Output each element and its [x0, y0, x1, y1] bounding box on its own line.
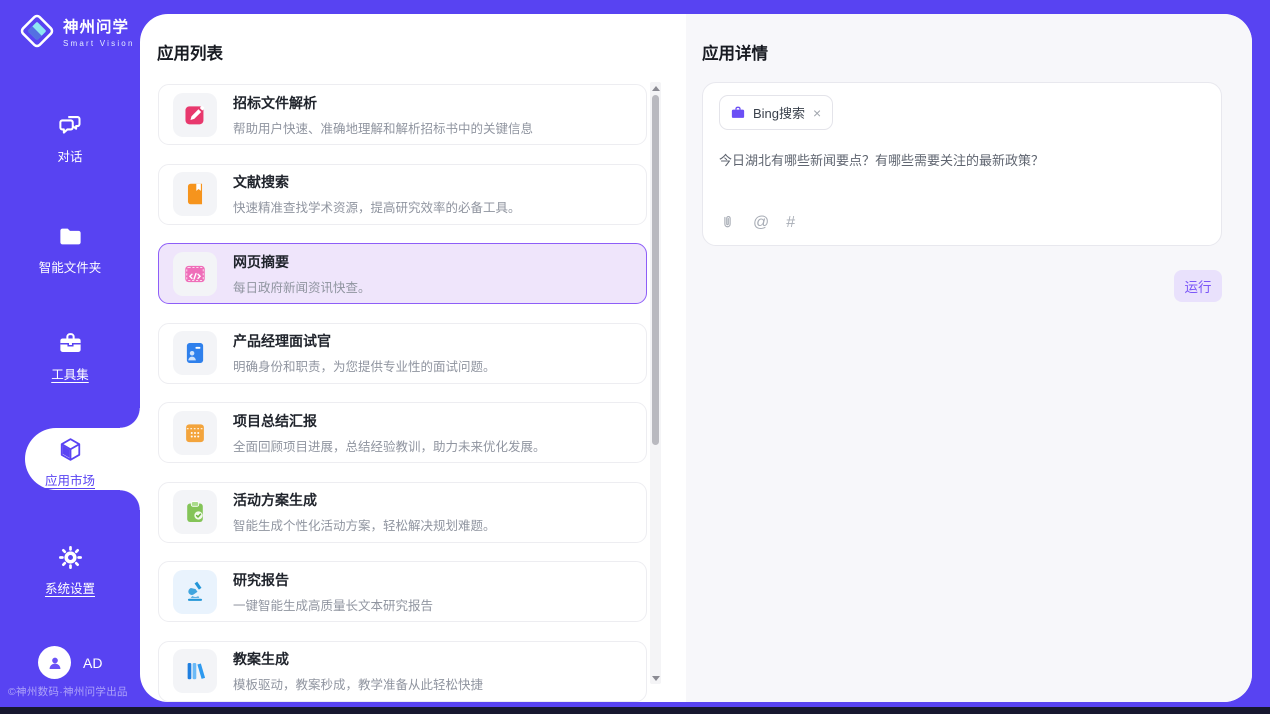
user-label: AD	[83, 655, 102, 671]
sidebar-item-label: 应用市场	[45, 470, 95, 489]
sidebar-item-label: 智能文件夹	[39, 257, 102, 276]
tool-tag-label: Bing搜索	[753, 103, 805, 122]
scrollbar-up-arrow[interactable]	[650, 82, 661, 94]
app-item-name: 教案生成	[233, 649, 483, 669]
calendar-note-icon	[173, 411, 217, 455]
briefcase-icon	[730, 105, 746, 121]
at-icon[interactable]: @	[753, 215, 769, 231]
brand-subtitle: Smart Vision	[63, 39, 135, 48]
app-detail-title: 应用详情	[702, 40, 768, 64]
pen-document-icon	[173, 93, 217, 137]
clipboard-check-icon	[173, 490, 217, 534]
attachment-toolbar: @ #	[719, 214, 795, 231]
sidebar-item-chat[interactable]: 对话	[0, 112, 140, 165]
cube-icon	[57, 436, 84, 463]
app-item-name: 招标文件解析	[233, 93, 533, 113]
scrollbar-thumb[interactable]	[652, 95, 659, 445]
user-account[interactable]: AD	[38, 646, 102, 679]
gear-icon	[57, 544, 84, 571]
app-item-desc: 全面回顾项目进展，总结经验教训，助力未来优化发展。	[233, 436, 546, 455]
app-item-project-summary[interactable]: 项目总结汇报 全面回顾项目进展，总结经验教训，助力未来优化发展。	[158, 402, 647, 463]
app-item-desc: 明确身份和职责，为您提供专业性的面试问题。	[233, 356, 496, 375]
sidebar-item-app-market[interactable]: 应用市场	[0, 436, 140, 489]
app-item-name: 研究报告	[233, 570, 433, 590]
book-icon	[173, 172, 217, 216]
tag-close-icon[interactable]: ×	[812, 106, 822, 120]
list-scrollbar[interactable]	[650, 82, 661, 684]
app-item-bid-analysis[interactable]: 招标文件解析 帮助用户快速、准确地理解和解析招标书中的关键信息	[158, 84, 647, 145]
app-item-literature-search[interactable]: 文献搜索 快速精准查找学术资源，提高研究效率的必备工具。	[158, 164, 647, 225]
interview-document-icon	[173, 331, 217, 375]
main-content: 应用列表 招标文件解析 帮助用户快速、准确地理解和解析招标书中的关键信息	[140, 14, 1252, 702]
chat-bubbles-icon	[57, 112, 84, 139]
briefcase-icon	[57, 330, 84, 357]
app-item-research-report[interactable]: 研究报告 一键智能生成高质量长文本研究报告	[158, 561, 647, 622]
app-item-desc: 模板驱动，教案秒成，教学准备从此轻松快捷	[233, 674, 483, 693]
folder-icon	[57, 223, 84, 250]
app-item-name: 网页摘要	[233, 252, 371, 272]
sidebar-item-smart-folder[interactable]: 智能文件夹	[0, 223, 140, 276]
sidebar-item-toolset[interactable]: 工具集	[0, 330, 140, 383]
app-window: 神州问学 Smart Vision 对话 智能文件夹 工具集	[0, 0, 1270, 714]
app-item-name: 文献搜索	[233, 172, 521, 192]
app-item-activity-plan[interactable]: 活动方案生成 智能生成个性化活动方案，轻松解决规划难题。	[158, 482, 647, 543]
app-item-desc: 一键智能生成高质量长文本研究报告	[233, 595, 433, 614]
sidebar-item-settings[interactable]: 系统设置	[0, 544, 140, 597]
browser-code-icon	[173, 252, 217, 296]
tab-fillet-top	[120, 408, 140, 428]
sidebar-item-label: 系统设置	[45, 578, 95, 597]
sidebar-item-label: 对话	[57, 146, 82, 165]
app-item-name: 产品经理面试官	[233, 331, 496, 351]
query-textarea[interactable]: 今日湖北有哪些新闻要点？有哪些需要关注的最新政策？	[719, 151, 1199, 171]
app-item-web-summary[interactable]: 网页摘要 每日政府新闻资讯快查。	[158, 243, 647, 304]
tab-fillet-bottom	[120, 490, 140, 510]
run-button[interactable]: 运行	[1174, 270, 1222, 302]
app-item-pm-interviewer[interactable]: 产品经理面试官 明确身份和职责，为您提供专业性的面试问题。	[158, 323, 647, 384]
sidebar-item-label: 工具集	[51, 364, 89, 383]
app-item-lesson-plan[interactable]: 教案生成 模板驱动，教案秒成，教学准备从此轻松快捷	[158, 641, 647, 702]
app-list-title: 应用列表	[157, 40, 223, 64]
hash-icon[interactable]: #	[786, 215, 795, 231]
brand-logo: 神州问学 Smart Vision	[18, 12, 135, 50]
copyright-text: ©神州数码·神州问学出品	[8, 684, 140, 699]
microscope-icon	[173, 570, 217, 614]
tool-tag-bing-search[interactable]: Bing搜索 ×	[719, 95, 833, 130]
paperclip-icon[interactable]	[719, 214, 736, 231]
scrollbar-down-arrow[interactable]	[650, 672, 661, 684]
app-item-name: 活动方案生成	[233, 490, 496, 510]
person-icon	[45, 653, 65, 673]
app-item-desc: 智能生成个性化活动方案，轻松解决规划难题。	[233, 515, 496, 534]
diamond-gem-icon	[18, 12, 56, 50]
app-item-desc: 每日政府新闻资讯快查。	[233, 277, 371, 296]
query-card: Bing搜索 × 今日湖北有哪些新闻要点？有哪些需要关注的最新政策？ @ #	[702, 82, 1222, 246]
brand-name: 神州问学	[63, 15, 135, 37]
app-item-desc: 快速精准查找学术资源，提高研究效率的必备工具。	[233, 197, 521, 216]
app-detail-panel: 应用详情 Bing搜索 × 今日湖北有哪些新闻要点？有哪些需要关注的最新政策？ …	[686, 14, 1252, 702]
books-icon	[173, 649, 217, 693]
bottom-edge-bar	[0, 707, 1270, 714]
app-list: 招标文件解析 帮助用户快速、准确地理解和解析招标书中的关键信息 文献搜索 快速精…	[158, 84, 647, 702]
avatar	[38, 646, 71, 679]
app-item-name: 项目总结汇报	[233, 411, 546, 431]
app-item-desc: 帮助用户快速、准确地理解和解析招标书中的关键信息	[233, 118, 533, 137]
